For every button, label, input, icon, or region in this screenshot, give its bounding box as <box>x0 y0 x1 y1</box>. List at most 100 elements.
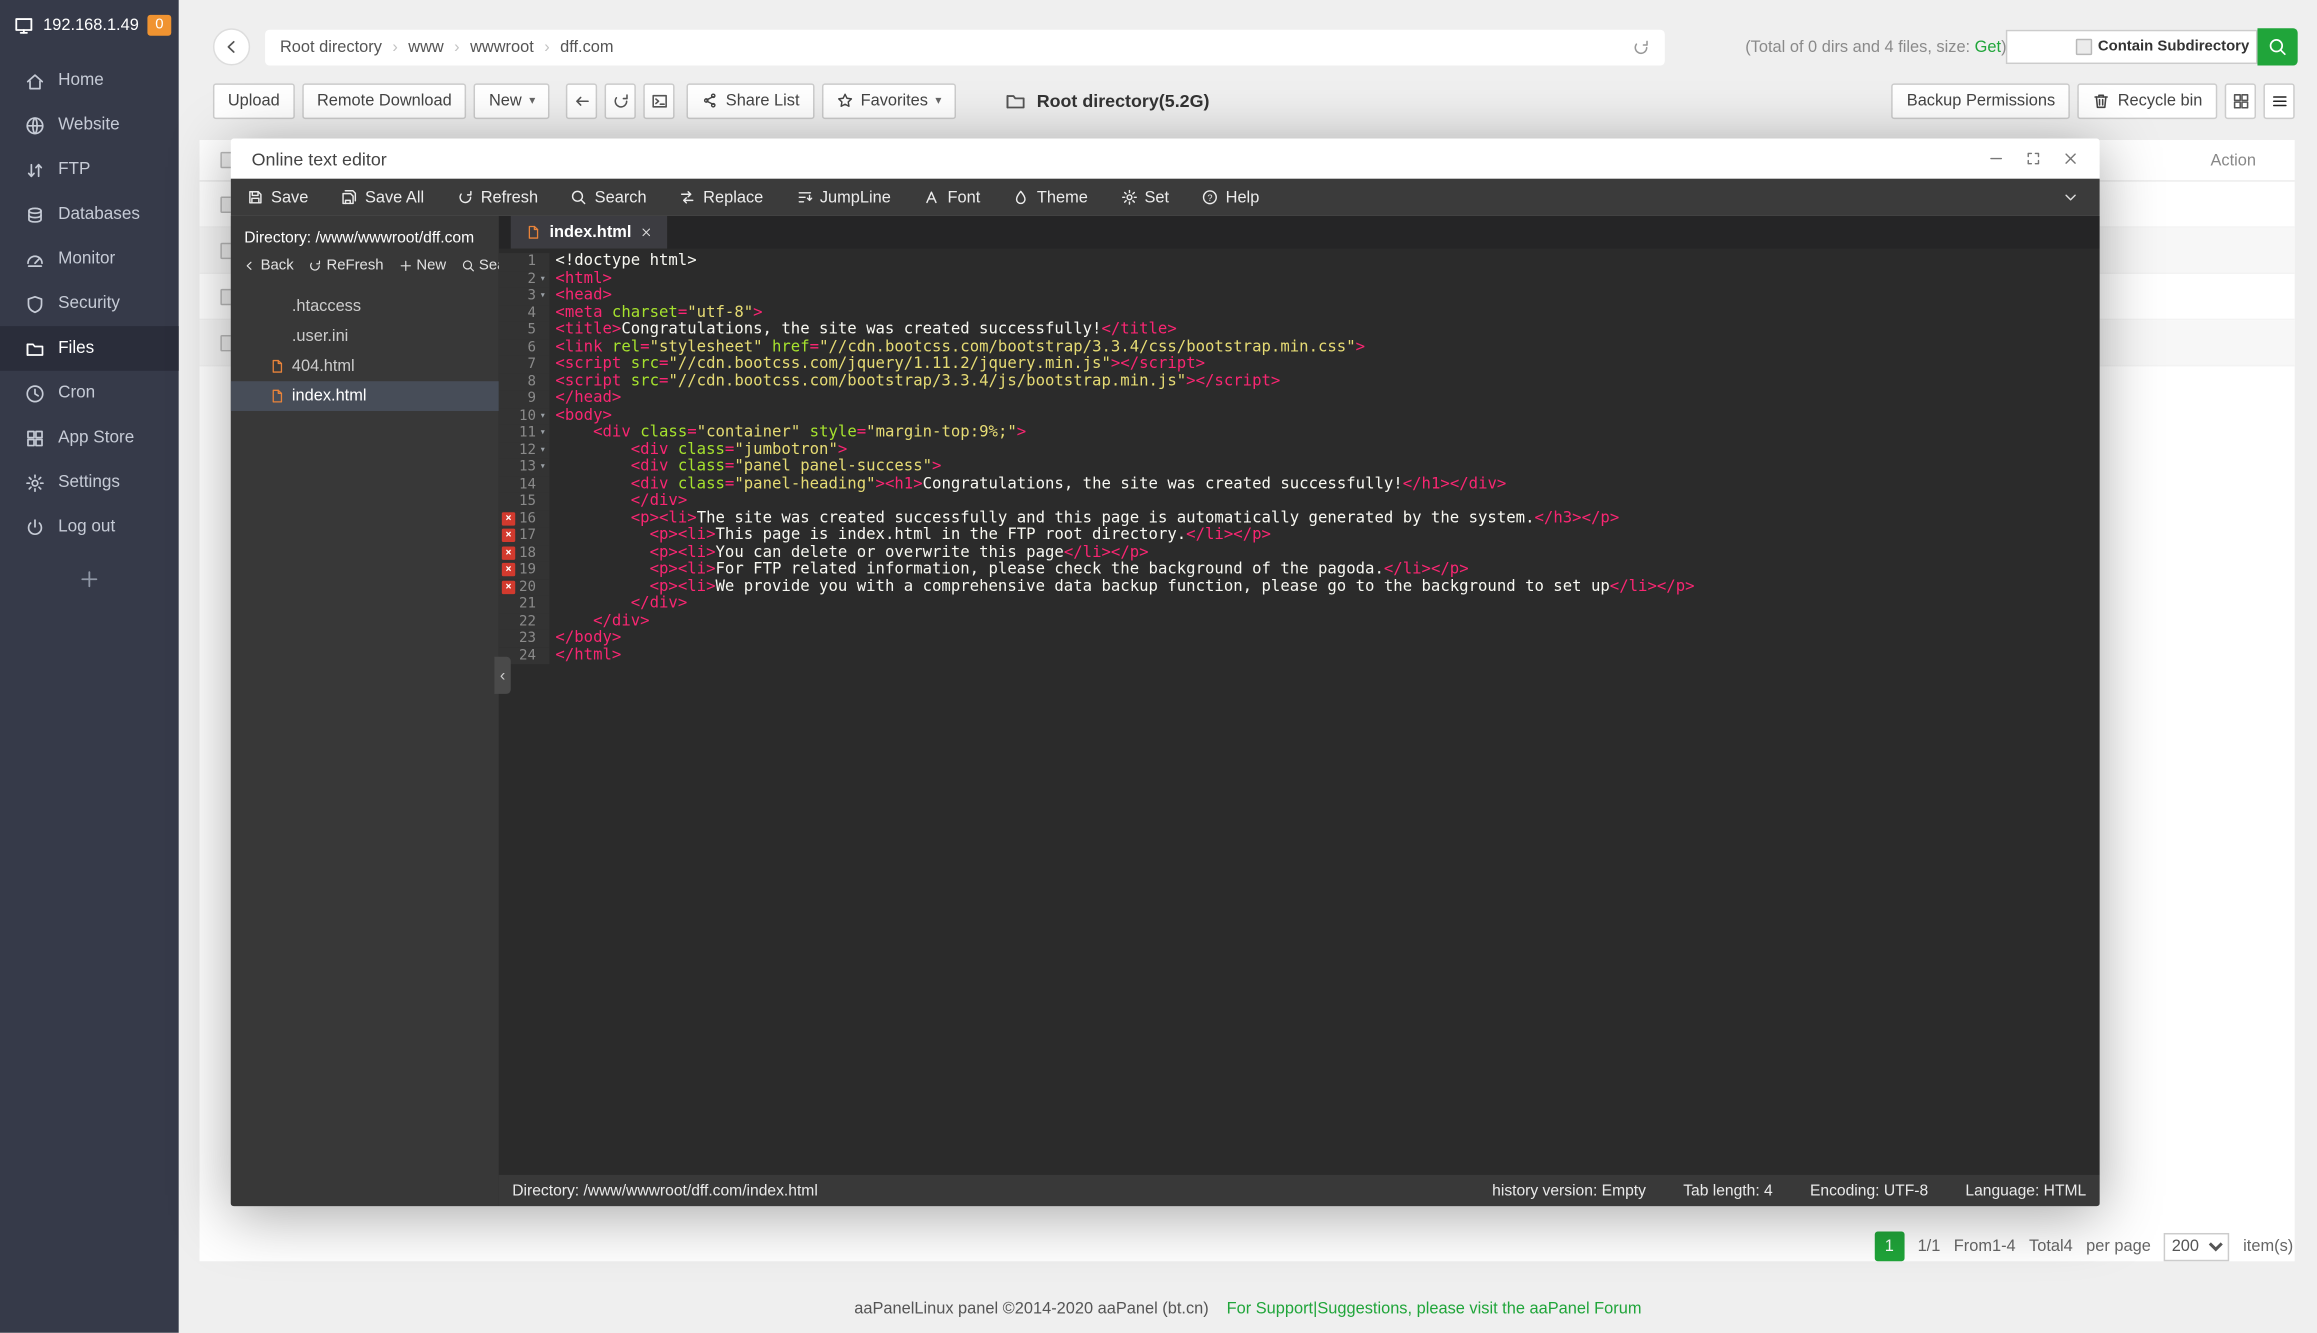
upload-button[interactable]: Upload <box>212 82 295 119</box>
search-input[interactable] <box>2016 37 2070 56</box>
new-label: New <box>488 91 522 110</box>
breadcrumb-item[interactable]: dff.com <box>560 38 613 56</box>
sidebar-item-ftp[interactable]: FTP <box>0 147 179 192</box>
breadcrumb-item[interactable]: www <box>408 38 444 56</box>
fold-marker-icon[interactable]: ▾ <box>536 424 549 441</box>
fold-marker-icon[interactable]: ▾ <box>536 407 549 424</box>
code-line[interactable]: 8 <script src="//cdn.bootcss.com/bootstra… <box>498 372 2100 391</box>
backup-permissions-button[interactable]: Backup Permissions <box>1891 82 2071 119</box>
theme-button[interactable]: Theme <box>997 179 1105 216</box>
file-item-user-ini[interactable]: .user.ini <box>231 322 499 352</box>
code-line[interactable]: 10 ▾ <body> <box>498 406 2100 425</box>
fold-marker-icon[interactable]: ▾ <box>536 459 549 476</box>
fold-marker-icon[interactable]: ▾ <box>536 287 549 304</box>
panel-collapse-handle[interactable]: ‹ <box>494 656 511 694</box>
refresh-button[interactable]: Refresh <box>441 179 555 216</box>
close-button[interactable] <box>2062 150 2078 166</box>
favorites-button[interactable]: Favorites ▾ <box>821 82 957 119</box>
search-button[interactable] <box>2258 28 2299 66</box>
line-gutter: 3 ▾ <box>498 287 550 305</box>
code-line[interactable]: 3 ▾ <head> <box>498 286 2100 305</box>
search-button[interactable]: Search <box>554 179 662 216</box>
breadcrumb-refresh-icon[interactable] <box>1632 38 1650 56</box>
toolbar-collapse-button[interactable] <box>2042 179 2100 216</box>
server-ip[interactable]: 192.168.1.49 <box>43 16 139 34</box>
code-line[interactable]: × 17 <p><li>This page is index.html in th… <box>498 526 2100 545</box>
per-page-select[interactable]: 200 <box>2164 1232 2230 1261</box>
list-view-button[interactable] <box>2263 82 2295 119</box>
code-line[interactable]: × 16 <p><li>The site was created successf… <box>498 509 2100 528</box>
tab-close-icon[interactable] <box>640 226 652 238</box>
new-button[interactable]: New ▾ <box>474 82 551 119</box>
tree-refresh-button[interactable]: ReFresh <box>309 258 384 274</box>
sidebar-item-monitor[interactable]: Monitor <box>0 237 179 282</box>
sidebar-item-settings[interactable]: Settings <box>0 460 179 505</box>
search-box[interactable]: Contain Subdirectory <box>2006 29 2259 65</box>
set-button[interactable]: Set <box>1104 179 1185 216</box>
file-item-htaccess[interactable]: .htaccess <box>231 292 499 322</box>
refresh-button[interactable] <box>605 82 637 119</box>
code-line[interactable]: 9 </head> <box>498 389 2100 408</box>
terminal-button[interactable] <box>643 82 676 119</box>
subdir-checkbox[interactable] <box>2075 38 2092 56</box>
code-editor[interactable]: 1 <!doctype html> 2 ▾ <html> 3 ▾ <head> 4 <meta c… <box>498 248 2100 1175</box>
code-line[interactable]: 15 </div> <box>498 492 2100 511</box>
sidebar-item-databases[interactable]: Databases <box>0 192 179 237</box>
tree-new-button[interactable]: New <box>398 258 446 274</box>
recycle-bin-button[interactable]: Recycle bin <box>2077 82 2218 119</box>
notification-badge[interactable]: 0 <box>147 14 171 36</box>
breadcrumb-item[interactable]: Root directory <box>280 38 382 56</box>
back-circle-button[interactable] <box>212 28 251 66</box>
file-item-404-html[interactable]: 404.html <box>231 351 499 381</box>
code-line[interactable]: × 18 <p><li>You can delete or overwrite t… <box>498 543 2100 562</box>
code-line[interactable]: 1 <!doctype html> <box>498 252 2100 271</box>
code-line[interactable]: 7 <script src="//cdn.bootcss.com/jquery/1… <box>498 355 2100 374</box>
sidebar-item-cron[interactable]: Cron <box>0 371 179 416</box>
code-line[interactable]: 22 </div> <box>498 612 2100 630</box>
fold-marker-icon[interactable]: ▾ <box>536 442 549 459</box>
help-button[interactable]: ? Help <box>1185 179 1275 216</box>
nav-back-button[interactable] <box>566 82 598 119</box>
minimize-button[interactable] <box>1988 150 2004 166</box>
sidebar-item-files[interactable]: Files <box>0 326 179 371</box>
jumpline-button[interactable]: JumpLine <box>780 179 908 216</box>
code-line[interactable]: 21 </div> <box>498 595 2100 613</box>
dialog-titlebar[interactable]: Online text editor <box>231 138 2100 178</box>
file-name: 404.html <box>291 357 355 376</box>
replace-button[interactable]: Replace <box>663 179 780 216</box>
font-button[interactable]: Font <box>907 179 996 216</box>
editor-statusbar: Directory: /www/wwwroot/dff.com/index.ht… <box>498 1174 2100 1207</box>
sidebar-item-security[interactable]: Security <box>0 281 179 326</box>
file-item-index-html[interactable]: index.html <box>230 381 499 411</box>
sidebar-add-button[interactable] <box>0 569 179 590</box>
save-all-button[interactable]: Save All <box>325 179 441 216</box>
remote-download-button[interactable]: Remote Download <box>302 82 467 119</box>
editor-tab[interactable]: index.html <box>510 215 668 249</box>
code-line[interactable]: × 20 <p><li>We provide you with a compreh… <box>498 577 2100 596</box>
breadcrumb-item[interactable]: wwwroot <box>470 38 534 56</box>
forum-link[interactable]: For Support|Suggestions, please visit th… <box>1227 1300 1642 1318</box>
code-line[interactable]: 14 <div class="panel-heading"><h1>Congra… <box>498 475 2100 493</box>
sidebar-item-log-out[interactable]: Log out <box>0 505 179 550</box>
get-size-link[interactable]: Get <box>1975 38 2001 56</box>
share-list-button[interactable]: Share List <box>687 82 815 119</box>
fold-marker-icon[interactable]: ▾ <box>536 270 549 287</box>
sidebar-item-home[interactable]: Home <box>0 58 179 103</box>
grid-view-button[interactable] <box>2224 82 2256 119</box>
code-line[interactable]: 5 <title>Congratulations, the site was cr… <box>498 321 2100 339</box>
code-line[interactable]: 23 </body> <box>498 629 2100 648</box>
save-button[interactable]: Save <box>231 179 325 216</box>
tree-back-button[interactable]: Back <box>243 258 294 274</box>
code-line[interactable]: 13 ▾ <div class="panel panel-success"> <box>498 458 2100 476</box>
sidebar-item-website[interactable]: Website <box>0 103 179 148</box>
sidebar-item-app-store[interactable]: App Store <box>0 415 179 460</box>
code-line[interactable]: 4 <meta charset="utf-8"> <box>498 303 2100 322</box>
code-line[interactable]: 24 </html> <box>498 646 2100 665</box>
maximize-button[interactable] <box>2025 150 2041 166</box>
code-line[interactable]: 2 ▾ <html> <box>498 269 2100 288</box>
code-line[interactable]: 6 <link rel="stylesheet" href="//cdn.boot… <box>498 338 2100 356</box>
page-button-1[interactable]: 1 <box>1874 1231 1905 1262</box>
code-line[interactable]: × 19 <p><li>For FTP related information, … <box>498 560 2100 579</box>
code-line[interactable]: 12 ▾ <div class="jumbotron"> <box>498 440 2100 459</box>
code-line[interactable]: 11 ▾ <div class="container" style="margin… <box>498 423 2100 442</box>
